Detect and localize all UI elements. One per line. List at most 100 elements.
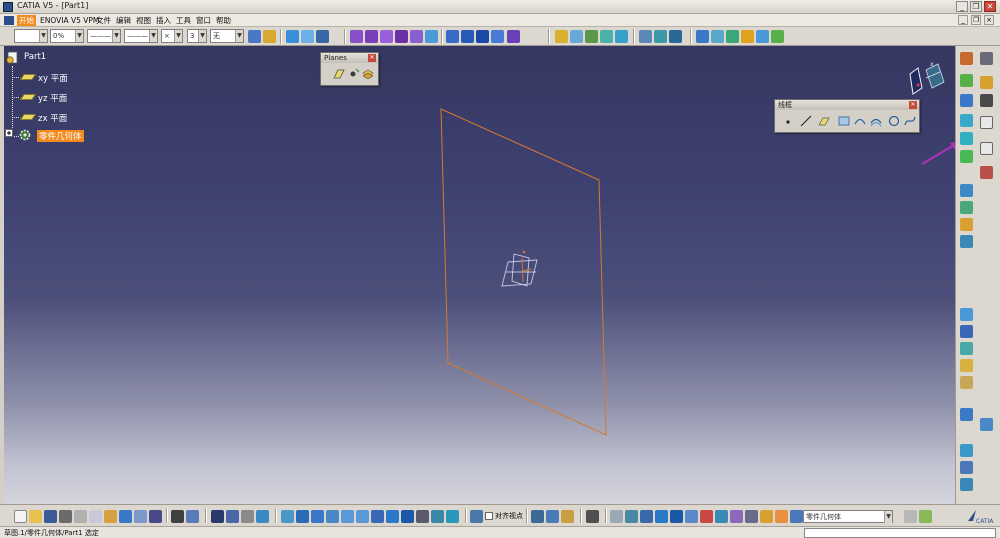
copy-icon[interactable] bbox=[89, 510, 102, 523]
fly-mode-icon[interactable] bbox=[281, 510, 294, 523]
rib-icon[interactable] bbox=[425, 30, 438, 43]
new-document-icon[interactable] bbox=[14, 510, 27, 523]
transform-icon[interactable] bbox=[507, 30, 520, 43]
shell-icon[interactable] bbox=[491, 30, 504, 43]
minimize-button[interactable]: _ bbox=[956, 1, 968, 12]
point-tool-icon[interactable] bbox=[346, 67, 360, 81]
normal-view-icon[interactable] bbox=[371, 510, 384, 523]
sketch-grid-icon[interactable] bbox=[301, 30, 314, 43]
snap-point-icon[interactable] bbox=[685, 510, 698, 523]
circle-tool-icon[interactable] bbox=[887, 114, 901, 128]
point-tool-icon[interactable] bbox=[781, 114, 795, 128]
split-surface-icon[interactable] bbox=[960, 342, 973, 355]
fill-surface-icon[interactable] bbox=[960, 201, 973, 214]
paint-brush-icon[interactable] bbox=[248, 30, 261, 43]
shaft-icon[interactable] bbox=[380, 30, 393, 43]
plane-tool-icon[interactable] bbox=[817, 114, 831, 128]
offset-surface-icon[interactable] bbox=[960, 150, 973, 163]
selection-icon[interactable] bbox=[316, 30, 329, 43]
multi-view-icon[interactable] bbox=[386, 510, 399, 523]
pattern-icon[interactable] bbox=[960, 325, 973, 338]
anchor-icon[interactable] bbox=[625, 510, 638, 523]
open-folder-icon[interactable] bbox=[29, 510, 42, 523]
mdi-minimize-button[interactable]: _ bbox=[958, 15, 968, 25]
formula-icon[interactable] bbox=[171, 510, 184, 523]
planes-toolbar-title[interactable]: Planes ✕ bbox=[321, 53, 378, 63]
translate-icon[interactable] bbox=[960, 408, 973, 421]
parallel-curve-tool-icon[interactable] bbox=[869, 114, 883, 128]
planes-toolbar[interactable]: Planes ✕ bbox=[320, 52, 379, 86]
analysis-tool-icon[interactable] bbox=[980, 166, 993, 179]
sketcher-icon[interactable] bbox=[980, 52, 993, 65]
table-icon[interactable] bbox=[211, 510, 224, 523]
line-tool-icon[interactable] bbox=[799, 114, 813, 128]
iso-view-icon[interactable] bbox=[401, 510, 414, 523]
menu-view[interactable]: 视图 bbox=[134, 15, 153, 26]
pad-icon[interactable] bbox=[350, 30, 363, 43]
zoom-out-icon[interactable] bbox=[356, 510, 369, 523]
projection-tool-icon[interactable] bbox=[837, 114, 851, 128]
axis-tool-icon[interactable] bbox=[980, 142, 993, 155]
sphere-surface-icon[interactable] bbox=[960, 132, 973, 145]
photo-studio-icon[interactable] bbox=[586, 510, 599, 523]
menu-insert[interactable]: 插入 bbox=[154, 15, 173, 26]
constraint-icon[interactable] bbox=[610, 510, 623, 523]
save-icon[interactable] bbox=[44, 510, 57, 523]
menu-tools[interactable]: 工具 bbox=[174, 15, 193, 26]
wireframe-toolbar-title[interactable]: 线框 ✕ bbox=[775, 100, 919, 110]
assemble-icon[interactable] bbox=[570, 30, 583, 43]
measure-between-icon[interactable] bbox=[531, 510, 544, 523]
menu-enovia[interactable]: ENOVIA V5 VPM bbox=[38, 15, 101, 26]
properties-icon[interactable] bbox=[263, 30, 276, 43]
line-tool-icon[interactable] bbox=[980, 94, 993, 107]
formula-icon[interactable] bbox=[639, 30, 652, 43]
transparency-combo[interactable]: 0% ▼ bbox=[50, 29, 84, 43]
pan-icon[interactable] bbox=[311, 510, 324, 523]
wireframe-toolbar-close-button[interactable]: ✕ bbox=[909, 101, 917, 109]
select-tool-icon[interactable] bbox=[980, 76, 993, 89]
measure-icon[interactable] bbox=[585, 30, 598, 43]
undo-icon[interactable] bbox=[119, 510, 132, 523]
layout-icon[interactable] bbox=[904, 510, 917, 523]
catalog-icon[interactable] bbox=[669, 30, 682, 43]
join-surface-icon[interactable] bbox=[960, 308, 973, 321]
print-icon[interactable] bbox=[59, 510, 72, 523]
ordered-set-icon[interactable] bbox=[715, 510, 728, 523]
axis-system-icon[interactable] bbox=[640, 510, 653, 523]
thickness-combo[interactable]: ——— ▼ bbox=[124, 29, 158, 43]
fit-all-icon[interactable] bbox=[296, 510, 309, 523]
linetype-combo[interactable]: ——— ▼ bbox=[87, 29, 121, 43]
restore-button[interactable]: ❐ bbox=[970, 1, 982, 12]
snap-view-icon[interactable] bbox=[470, 510, 483, 523]
draft-icon[interactable] bbox=[476, 30, 489, 43]
measure-inertia-icon[interactable] bbox=[561, 510, 574, 523]
hole-icon[interactable] bbox=[410, 30, 423, 43]
sketch-plane-icon[interactable] bbox=[286, 30, 299, 43]
catalog-browser-icon[interactable] bbox=[226, 510, 239, 523]
analysis-icon[interactable] bbox=[615, 30, 628, 43]
extract-icon[interactable] bbox=[771, 30, 784, 43]
define-in-work-icon[interactable] bbox=[745, 510, 758, 523]
revolve-icon[interactable] bbox=[711, 30, 724, 43]
wireframe-toolbar[interactable]: 线框 ✕ bbox=[774, 99, 920, 133]
mdi-restore-button[interactable]: ❐ bbox=[971, 15, 981, 25]
loft-surface-icon[interactable] bbox=[960, 218, 973, 231]
extrapolate-icon[interactable] bbox=[960, 444, 973, 457]
align-viewpoint-checkbox[interactable] bbox=[485, 512, 493, 520]
chamfer-icon[interactable] bbox=[461, 30, 474, 43]
shading-icon[interactable] bbox=[416, 510, 429, 523]
grid-icon[interactable] bbox=[670, 510, 683, 523]
manual-update-icon[interactable] bbox=[775, 510, 788, 523]
close-button[interactable]: ✕ bbox=[984, 1, 996, 12]
boundary-icon[interactable] bbox=[960, 376, 973, 389]
3d-viewport[interactable]: Part1 xy 平面 yz 平面 zx 平面 零件几何体 Planes ✕ 线… bbox=[4, 46, 960, 504]
scan-icon[interactable] bbox=[241, 510, 254, 523]
revolve-surface-icon[interactable] bbox=[960, 114, 973, 127]
near-icon[interactable] bbox=[960, 461, 973, 474]
pocket-icon[interactable] bbox=[365, 30, 378, 43]
groove-icon[interactable] bbox=[395, 30, 408, 43]
apply-material-icon[interactable] bbox=[600, 30, 613, 43]
join-icon[interactable] bbox=[741, 30, 754, 43]
rotate-view-icon[interactable] bbox=[326, 510, 339, 523]
compass-icon[interactable]: x bbox=[904, 60, 950, 102]
